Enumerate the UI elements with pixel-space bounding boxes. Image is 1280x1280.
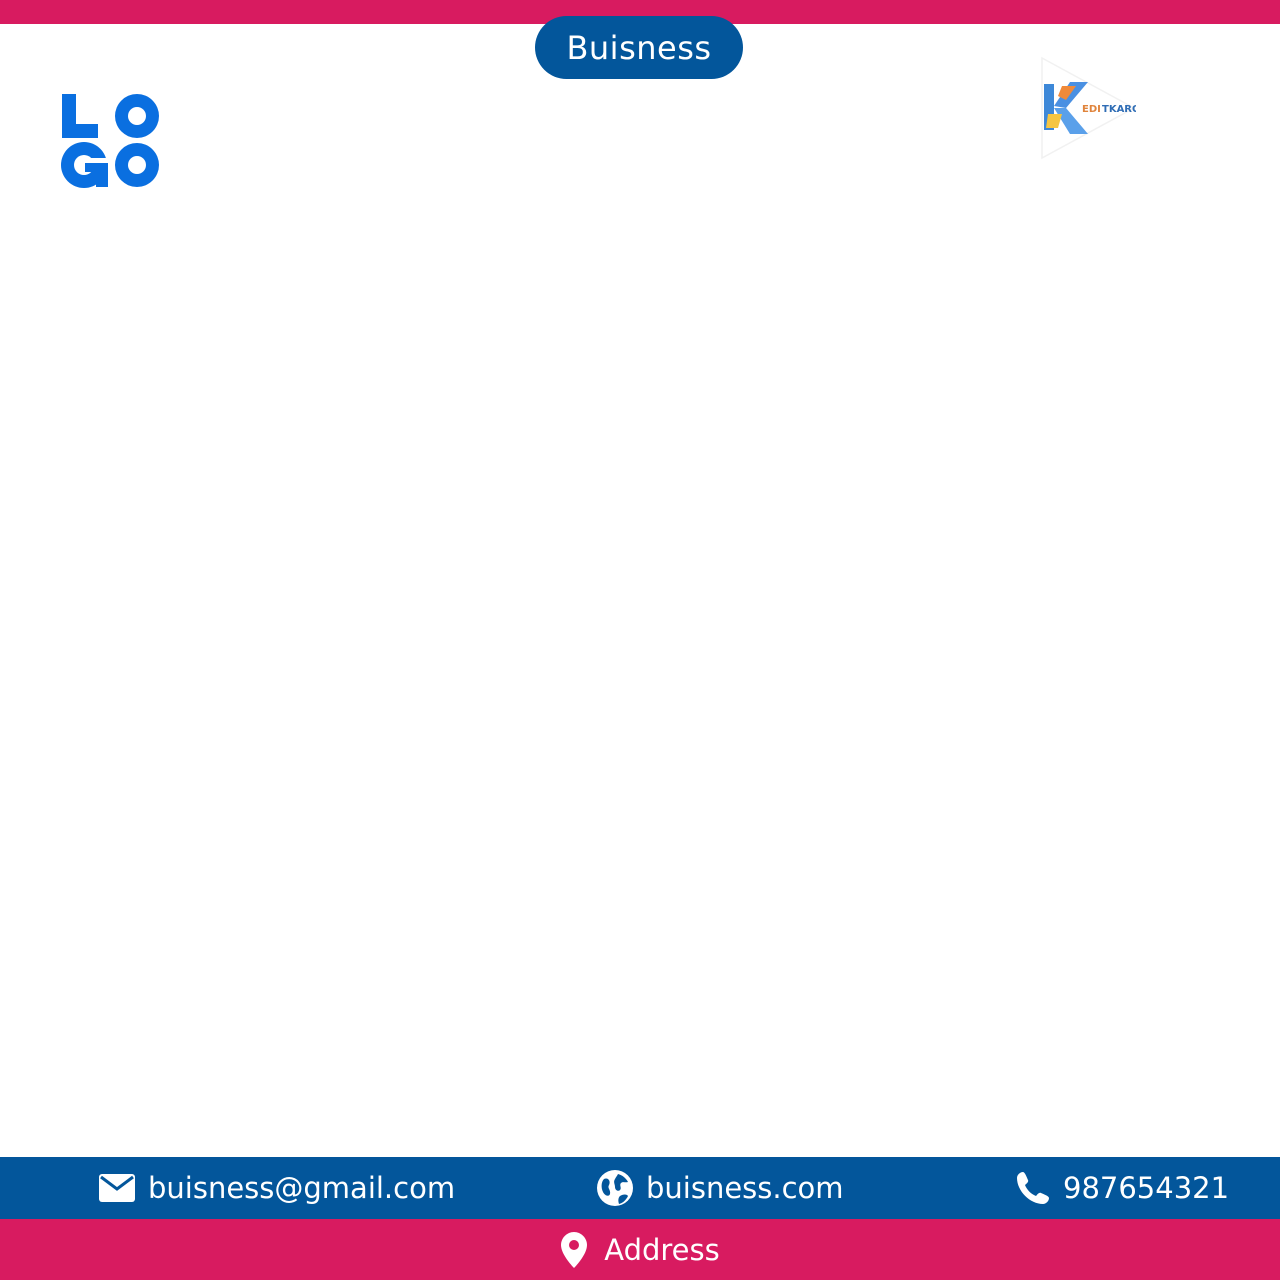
contact-bar: buisness@gmail.com buisness.com 98765432… bbox=[0, 1157, 1280, 1219]
placeholder-logo bbox=[61, 94, 159, 188]
editkaro-logo: EDI TKARO bbox=[1041, 56, 1136, 160]
website-contact[interactable]: buisness.com bbox=[596, 1157, 844, 1219]
mail-icon bbox=[98, 1173, 136, 1203]
globe-icon bbox=[596, 1169, 634, 1207]
location-pin-icon bbox=[560, 1231, 588, 1269]
website-text: buisness.com bbox=[646, 1171, 844, 1205]
svg-text:EDI: EDI bbox=[1082, 104, 1101, 115]
address-bar[interactable]: Address bbox=[0, 1219, 1280, 1280]
email-text: buisness@gmail.com bbox=[148, 1171, 456, 1205]
svg-text:TKARO: TKARO bbox=[1102, 104, 1136, 115]
business-card-canvas: Buisness EDI TKAR buisness@gmail.com bui… bbox=[0, 0, 1280, 1280]
business-title: Buisness bbox=[566, 28, 712, 67]
email-contact[interactable]: buisness@gmail.com bbox=[98, 1157, 455, 1219]
address-text: Address bbox=[604, 1232, 720, 1267]
phone-contact[interactable]: 987654321 bbox=[1015, 1157, 1229, 1219]
phone-icon bbox=[1015, 1170, 1051, 1206]
phone-text: 987654321 bbox=[1063, 1171, 1230, 1205]
title-badge: Buisness bbox=[535, 16, 743, 79]
